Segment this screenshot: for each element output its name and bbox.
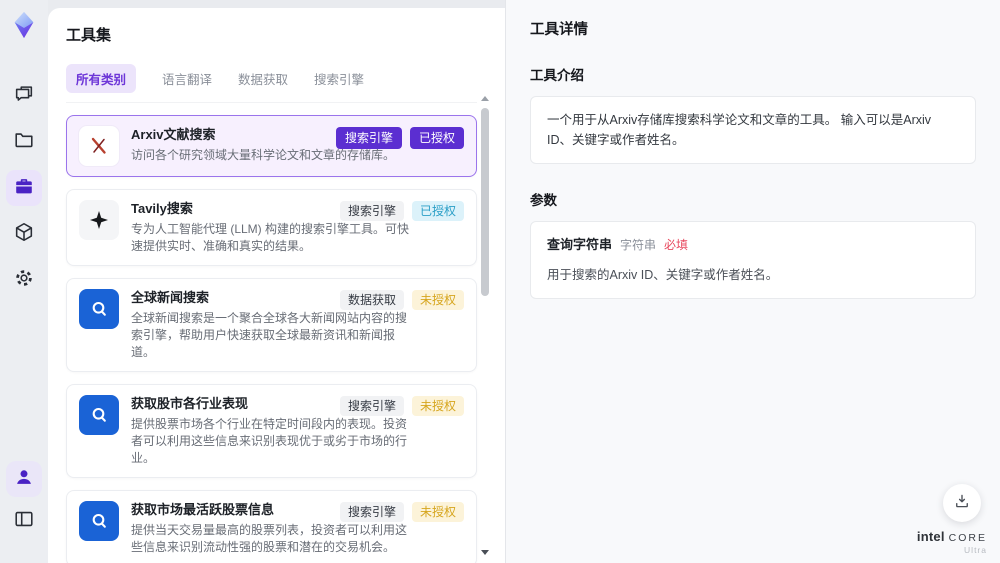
params-heading: 参数 bbox=[530, 193, 557, 208]
user-icon bbox=[13, 466, 35, 493]
tool-description: 专为人工智能代理 (LLM) 构建的搜索引擎工具。可快速提供实时、准确和真实的结… bbox=[131, 222, 410, 253]
tool-intro-text: 一个用于从Arxiv存储库搜索科学论文和文章的工具。 输入可以是Arxiv ID… bbox=[547, 113, 932, 147]
scrollbar-thumb[interactable] bbox=[481, 108, 489, 296]
category-badge: 搜索引擎 bbox=[335, 127, 402, 149]
settings-gear-icon bbox=[13, 267, 35, 294]
sidebar-item-chat[interactable] bbox=[6, 78, 42, 114]
tools-panel: 工具集 所有类别 语言翻译 数据获取 搜索引擎 Arxiv文献搜索 访问各个研究… bbox=[48, 8, 505, 563]
tool-card-most-active-stocks[interactable]: 获取市场最活跃股票信息 提供当天交易量最高的股票列表，投资者可以利用这些信息来识… bbox=[66, 490, 477, 563]
chat-icon bbox=[13, 83, 35, 110]
category-badge: 搜索引擎 bbox=[339, 396, 404, 416]
tool-card-stock-sector-performance[interactable]: 获取股市各行业表现 提供股票市场各个行业在特定时间段内的表现。投资者可以利用这些… bbox=[66, 384, 477, 478]
news-search-icon bbox=[79, 289, 119, 329]
sidebar-item-packages[interactable] bbox=[6, 216, 42, 252]
parameter-card: 查询字符串 字符串 必填 用于搜索的Arxiv ID、关键字或作者姓名。 bbox=[530, 221, 976, 299]
tool-card-tavily-search[interactable]: Tavily搜索 专为人工智能代理 (LLM) 构建的搜索引擎工具。可快速提供实… bbox=[66, 189, 477, 266]
left-icon-rail bbox=[0, 0, 48, 563]
app-logo-icon bbox=[9, 10, 39, 44]
tab-data-acquisition[interactable]: 数据获取 bbox=[238, 64, 288, 93]
tab-search-engine[interactable]: 搜索引擎 bbox=[314, 64, 364, 93]
category-badge: 搜索引擎 bbox=[339, 502, 404, 522]
intel-wordmark: intel bbox=[916, 529, 945, 544]
tool-description: 全球新闻搜索是一个聚合全球各大新闻网站内容的搜索引擎，帮助用户快速获取全球最新资… bbox=[131, 311, 408, 359]
param-type: 字符串 bbox=[620, 238, 657, 252]
auth-status-badge: 未授权 bbox=[411, 502, 464, 522]
category-badge: 搜索引擎 bbox=[339, 201, 404, 221]
tavily-star-icon bbox=[79, 200, 119, 240]
sidebar-item-tools[interactable] bbox=[6, 170, 42, 206]
sidebar-item-files[interactable] bbox=[6, 124, 42, 160]
folder-icon bbox=[13, 129, 35, 156]
list-scrollbar[interactable] bbox=[480, 96, 490, 555]
download-icon bbox=[953, 492, 971, 515]
auth-status-badge: 已授权 bbox=[409, 127, 464, 149]
arxiv-logo-icon bbox=[79, 126, 119, 166]
auth-status-badge: 已授权 bbox=[411, 201, 464, 221]
page-title: 工具集 bbox=[66, 27, 112, 44]
details-title: 工具详情 bbox=[530, 22, 588, 38]
sidebar-item-collapse[interactable] bbox=[6, 503, 42, 539]
param-required-badge: 必填 bbox=[664, 238, 689, 252]
collapse-panel-icon bbox=[13, 508, 35, 535]
core-wordmark: CORE bbox=[948, 532, 987, 544]
toolbox-icon bbox=[13, 175, 35, 202]
auth-status-badge: 未授权 bbox=[411, 396, 464, 416]
param-name: 查询字符串 bbox=[547, 237, 613, 252]
tool-card-global-news-search[interactable]: 全球新闻搜索 全球新闻搜索是一个聚合全球各大新闻网站内容的搜索引擎，帮助用户快速… bbox=[66, 278, 477, 372]
intro-heading: 工具介绍 bbox=[530, 68, 584, 83]
intel-core-logo: intel CORE Ultra bbox=[917, 529, 987, 555]
tool-list: Arxiv文献搜索 访问各个研究领域大量科学论文和文章的存储库。 搜索引擎 已授… bbox=[66, 115, 477, 563]
tier-wordmark: Ultra bbox=[964, 545, 987, 555]
tool-description: 访问各个研究领域大量科学论文和文章的存储库。 bbox=[131, 148, 396, 162]
sidebar-item-account[interactable] bbox=[6, 461, 42, 497]
sidebar-item-settings[interactable] bbox=[6, 262, 42, 298]
tab-all-categories[interactable]: 所有类别 bbox=[66, 64, 137, 93]
auth-status-badge: 未授权 bbox=[411, 290, 464, 310]
news-search-icon bbox=[79, 501, 119, 541]
tool-description: 提供当天交易量最高的股票列表，投资者可以利用这些信息来识别流动性强的股票和潜在的… bbox=[131, 523, 408, 554]
scroll-up-arrow-icon[interactable] bbox=[481, 96, 489, 101]
news-search-icon bbox=[79, 395, 119, 435]
param-description: 用于搜索的Arxiv ID、关键字或作者姓名。 bbox=[547, 267, 779, 282]
download-button[interactable] bbox=[943, 484, 981, 522]
tool-card-arxiv-search[interactable]: Arxiv文献搜索 访问各个研究领域大量科学论文和文章的存储库。 搜索引擎 已授… bbox=[66, 115, 477, 177]
tool-description: 提供股票市场各个行业在特定时间段内的表现。投资者可以利用这些信息来识别表现优于或… bbox=[131, 417, 408, 465]
category-badge: 数据获取 bbox=[339, 290, 404, 310]
tool-intro-box: 一个用于从Arxiv存储库搜索科学论文和文章的工具。 输入可以是Arxiv ID… bbox=[530, 96, 976, 164]
cube-icon bbox=[13, 221, 35, 248]
tab-language-translation[interactable]: 语言翻译 bbox=[162, 64, 212, 93]
tool-details-panel: 工具详情 工具介绍 一个用于从Arxiv存储库搜索科学论文和文章的工具。 输入可… bbox=[505, 0, 1000, 563]
category-tabs: 所有类别 语言翻译 数据获取 搜索引擎 bbox=[66, 64, 477, 103]
scroll-down-arrow-icon[interactable] bbox=[481, 550, 489, 555]
